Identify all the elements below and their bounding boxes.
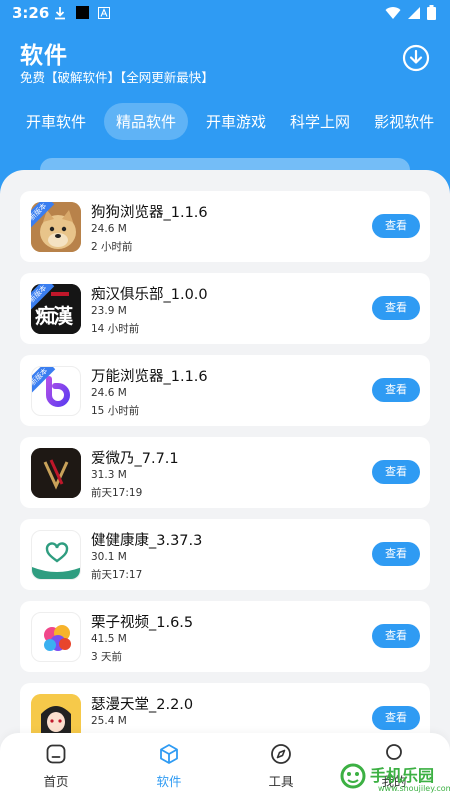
lizi-video-icon <box>31 612 81 662</box>
tab-vpn[interactable]: 科学上网 <box>284 103 356 140</box>
cube-icon <box>160 744 178 764</box>
app-time: 2 小时前 <box>91 241 133 253</box>
view-button[interactable]: 查看 <box>372 706 420 730</box>
app-size: 23.9 M <box>91 305 127 317</box>
dog-app-icon: 新版本 <box>31 202 81 252</box>
app-size: 31.3 M <box>91 469 127 481</box>
app-time: 前天17:17 <box>91 569 143 581</box>
wanneng-browser-icon: 新版本 <box>31 366 81 416</box>
nav-tools[interactable]: 工具 <box>251 743 311 790</box>
app-name: 万能浏览器_1.1.6 <box>91 369 208 385</box>
app-size: 41.5 M <box>91 633 127 645</box>
app-time: 15 小时前 <box>91 405 140 417</box>
app-name: 健健康康_3.37.3 <box>91 533 203 549</box>
app-name: 瑟漫天堂_2.2.0 <box>91 697 194 713</box>
app-name: 狗狗浏览器_1.1.6 <box>91 205 208 221</box>
compass-icon <box>271 744 291 764</box>
nav-software-label: 软件 <box>156 774 182 789</box>
nav-home-label: 首页 <box>43 774 69 789</box>
list-item[interactable]: 爱微乃_7.7.1 31.3 M 前天17:19 查看 <box>20 437 430 508</box>
view-button[interactable]: 查看 <box>372 296 420 320</box>
nav-tools-label: 工具 <box>268 774 294 789</box>
wifi-icon <box>385 6 401 19</box>
watermark-url: www.shoujiley.com <box>378 784 450 793</box>
app-size: 25.4 M <box>91 715 127 727</box>
view-button[interactable]: 查看 <box>372 624 420 648</box>
app-status-icon <box>76 6 89 19</box>
download-icon[interactable] <box>402 44 430 72</box>
app-name: 爱微乃_7.7.1 <box>91 451 179 467</box>
page-title: 软件 <box>20 43 68 69</box>
app-time: 14 小时前 <box>91 323 140 335</box>
view-button[interactable]: 查看 <box>372 214 420 238</box>
battery-icon <box>427 5 436 20</box>
watermark-text: 手机乐园 <box>370 766 435 785</box>
app-name: 痴汉俱乐部_1.0.0 <box>91 287 208 303</box>
category-tabs: 开車软件 精品软件 开車游戏 科学上网 影视软件 <box>20 102 450 140</box>
list-item[interactable]: 新版本 万能浏览器_1.1.6 24.6 M 15 小时前 查看 <box>20 355 430 426</box>
nav-home[interactable]: 首页 <box>26 743 86 790</box>
list-item[interactable]: 栗子视频_1.6.5 41.5 M 3 天前 查看 <box>20 601 430 672</box>
app-list-panel: 新版本 狗狗浏览器_1.1.6 24.6 M 2 小时前 查看 痴漢 新版本 痴… <box>0 170 450 800</box>
tab-premium-software[interactable]: 精品软件 <box>104 102 189 140</box>
list-item[interactable]: 健健康康_3.37.3 30.1 M 前天17:17 查看 <box>20 519 430 590</box>
home-icon <box>46 744 66 764</box>
app-time: 前天17:19 <box>91 487 143 499</box>
page-subtitle: 免费【破解软件】【全网更新最快】 <box>20 70 214 85</box>
view-button[interactable]: 查看 <box>372 378 420 402</box>
list-item[interactable]: 痴漢 新版本 痴汉俱乐部_1.0.0 23.9 M 14 小时前 查看 <box>20 273 430 344</box>
status-right <box>385 5 436 20</box>
tab-kaiche-games[interactable]: 开車游戏 <box>200 103 272 140</box>
tab-video-software[interactable]: 影视软件 <box>368 103 440 140</box>
tab-kaiche-software[interactable]: 开車软件 <box>20 103 92 140</box>
chihan-app-icon: 痴漢 新版本 <box>31 284 81 334</box>
signal-icon <box>408 6 420 19</box>
app-name: 栗子视频_1.6.5 <box>91 615 194 631</box>
view-button[interactable]: 查看 <box>372 460 420 484</box>
watermark: 手机乐园 www.shoujiley.com <box>338 756 450 796</box>
view-button[interactable]: 查看 <box>372 542 420 566</box>
app-size: 30.1 M <box>91 551 127 563</box>
status-bar: 3:26 <box>0 0 450 26</box>
download-status-icon <box>55 7 65 20</box>
chihan-logo-text: 痴漢 <box>35 304 73 328</box>
nav-software[interactable]: 软件 <box>139 743 199 790</box>
list-item[interactable]: 新版本 狗狗浏览器_1.1.6 24.6 M 2 小时前 查看 <box>20 191 430 262</box>
app-size: 24.6 M <box>91 223 127 235</box>
aiweinai-app-icon <box>31 448 81 498</box>
watermark-logo-icon <box>340 763 366 789</box>
status-time: 3:26 <box>12 4 50 22</box>
heart-app-icon <box>31 530 81 580</box>
font-status-icon <box>98 7 110 19</box>
app-time: 3 天前 <box>91 651 123 663</box>
app-size: 24.6 M <box>91 387 127 399</box>
